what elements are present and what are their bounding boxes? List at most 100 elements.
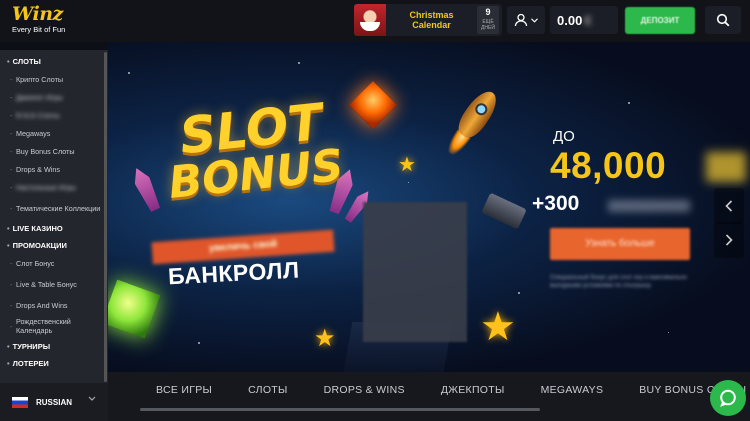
sidebar-item-drops-and-wins[interactable]: Drops And Wins <box>0 296 108 314</box>
balance-currency-blurred: € <box>584 12 592 28</box>
sidebar-item-label: Buy Bonus Слоты <box>16 146 75 156</box>
language-selector[interactable]: RUSSIAN <box>0 383 108 421</box>
sidebar-section-lotteries[interactable]: ЛОТЕРЕИ <box>0 355 108 372</box>
tab-all-games[interactable]: ВСЕ ИГРЫ <box>156 384 212 396</box>
sidebar-item-rng-slots[interactable]: R.N.G Слоты <box>0 106 108 124</box>
crystal-image <box>129 165 163 213</box>
russia-flag-icon <box>12 396 28 408</box>
satellite-image <box>481 192 527 230</box>
logo[interactable]: Winz Every Bit of Fun <box>12 4 92 38</box>
bg-star <box>128 72 130 74</box>
logo-tagline: Every Bit of Fun <box>12 25 66 34</box>
balance-display[interactable]: 0.00 € <box>550 6 618 34</box>
chevron-left-icon <box>725 200 733 212</box>
tab-label: ДЖЕКПОТЫ <box>440 384 505 396</box>
sidebar-item-label: Джекпот Игры <box>16 92 63 102</box>
sidebar-item-label: Крипто Слоты <box>16 74 64 84</box>
bankroll-text: БАНКРОЛЛ <box>167 256 301 290</box>
days-left-number: 9 <box>485 7 491 17</box>
tab-slots[interactable]: СЛОТЫ <box>248 384 288 396</box>
sidebar-section-promotions[interactable]: ПРОМОАКЦИИ <box>0 237 108 254</box>
sidebar-section-tournaments[interactable]: ТУРНИРЫ <box>0 338 108 355</box>
user-icon <box>514 13 528 27</box>
chevron-down-icon <box>531 17 538 23</box>
language-label: RUSSIAN <box>36 397 73 407</box>
learn-more-button[interactable]: Узнать больше <box>550 228 690 260</box>
tab-drops-wins[interactable]: DROPS & WINS <box>324 384 405 396</box>
days-left-label: ЕЩЁ ДНЕЙ <box>481 19 495 31</box>
sidebar-item-label: Drops & Wins <box>16 164 60 174</box>
chevron-down-icon <box>88 396 96 401</box>
bonus-currency-blurred <box>706 152 746 182</box>
logo-word: Winz <box>12 3 63 25</box>
sidebar-item-drops-wins[interactable]: Drops & Wins <box>0 160 108 178</box>
tab-jackpots[interactable]: ДЖЕКПОТЫ <box>441 384 505 396</box>
sidebar-item-crypto-slots[interactable]: Крипто Слоты <box>0 70 108 88</box>
sidebar-item-label: Drops And Wins <box>16 300 68 310</box>
top-header: Winz Every Bit of Fun Christmas Calendar… <box>0 0 750 42</box>
sidebar-item-live-table-bonus[interactable]: Live & Table Бонус <box>0 272 108 296</box>
search-button[interactable] <box>705 6 741 34</box>
christmas-calendar-line2: Calendar <box>412 20 451 30</box>
tab-label: MEGAWAYS <box>540 384 604 396</box>
bg-star <box>298 62 300 64</box>
gold-star-icon: ★ <box>314 324 336 352</box>
carousel-next-button[interactable] <box>714 222 744 258</box>
bg-star <box>518 292 520 294</box>
days-left-badge: 9 ЕЩЁ ДНЕЙ <box>477 6 499 34</box>
sidebar-nav: СЛОТЫ Крипто Слоты Джекпот Игры R.N.G Сл… <box>0 50 108 421</box>
chat-icon <box>720 389 736 407</box>
sidebar-item-collections[interactable]: Тематические Коллекции <box>0 196 108 220</box>
sidebar-item-label: Тематические Коллекции <box>16 203 101 213</box>
sidebar-item-label: Live & Table Бонус <box>16 279 77 289</box>
user-menu-button[interactable] <box>507 6 545 34</box>
bg-star <box>408 182 409 183</box>
christmas-calendar-button[interactable]: Christmas Calendar 9 ЕЩЁ ДНЕЙ <box>354 4 502 36</box>
sidebar-item-label: Megaways <box>16 128 51 138</box>
sidebar-item-label: Рождественский Календарь <box>16 317 71 335</box>
tab-label: DROPS & WINS <box>323 384 405 396</box>
bg-star <box>628 102 630 104</box>
bg-star <box>198 342 200 344</box>
tab-megaways[interactable]: MEGAWAYS <box>541 384 604 396</box>
terms-text: Специальный бонус для слот игр и максима… <box>550 275 687 289</box>
orange-gem-image <box>348 80 398 130</box>
sidebar-item-slot-bonus[interactable]: Слот Бонус <box>0 254 108 272</box>
category-tab-list: ВСЕ ИГРЫ СЛОТЫ DROPS & WINS ДЖЕКПОТЫ MEG… <box>108 372 750 408</box>
sidebar-item-label: Настольные Игры <box>16 182 76 192</box>
sidebar-section-live-casino[interactable]: LIVE КАЗИНО <box>0 220 108 237</box>
freespins-label-blurred <box>608 200 690 212</box>
christmas-calendar-line1: Christmas <box>409 10 454 20</box>
sidebar-item-christmas-calendar[interactable]: Рождественский Календарь <box>0 314 108 338</box>
sidebar-item-label: Слот Бонус <box>16 258 55 268</box>
santa-icon <box>354 4 386 36</box>
carousel-prev-button[interactable] <box>714 188 744 224</box>
live-chat-button[interactable] <box>710 380 746 416</box>
rocket-image <box>434 83 507 166</box>
category-scrollbar[interactable] <box>140 408 540 411</box>
sidebar-list: СЛОТЫ Крипто Слоты Джекпот Игры R.N.G Сл… <box>0 50 108 372</box>
sidebar-item-buy-bonus[interactable]: Buy Bonus Слоты <box>0 142 108 160</box>
green-gem-image <box>108 279 161 339</box>
deposit-button[interactable]: ДЕПОЗИТ <box>625 7 695 34</box>
search-icon <box>716 13 730 27</box>
gold-star-icon: ★ <box>398 152 416 176</box>
bonus-amount: 48,000 <box>550 145 667 186</box>
balance-value: 0.00 <box>557 12 583 28</box>
bonus-prefix: ДО <box>553 128 575 145</box>
sidebar-item-label: R.N.G Слоты <box>16 110 60 120</box>
gold-star-icon: ★ <box>480 304 516 350</box>
christmas-calendar-title: Christmas Calendar <box>386 10 477 30</box>
sidebar-item-table-games[interactable]: Настольные Игры <box>0 178 108 196</box>
promo-banner[interactable]: ★ ★ ★ SLOT BONUS увеличь свой БАНКРОЛЛ Д… <box>108 42 750 372</box>
tab-label: СЛОТЫ <box>248 384 288 396</box>
redacted-image <box>363 202 467 342</box>
app-root: Winz Every Bit of Fun Christmas Calendar… <box>0 0 750 421</box>
slot-bonus-title: SLOT BONUS <box>162 93 346 209</box>
freespins-count: +300 <box>532 192 580 215</box>
sidebar-section-slots[interactable]: СЛОТЫ <box>0 53 108 70</box>
category-tabs: ВСЕ ИГРЫ СЛОТЫ DROPS & WINS ДЖЕКПОТЫ MEG… <box>108 372 750 421</box>
bg-star <box>668 332 669 333</box>
sidebar-item-megaways[interactable]: Megaways <box>0 124 108 142</box>
sidebar-item-jackpot-games[interactable]: Джекпот Игры <box>0 88 108 106</box>
